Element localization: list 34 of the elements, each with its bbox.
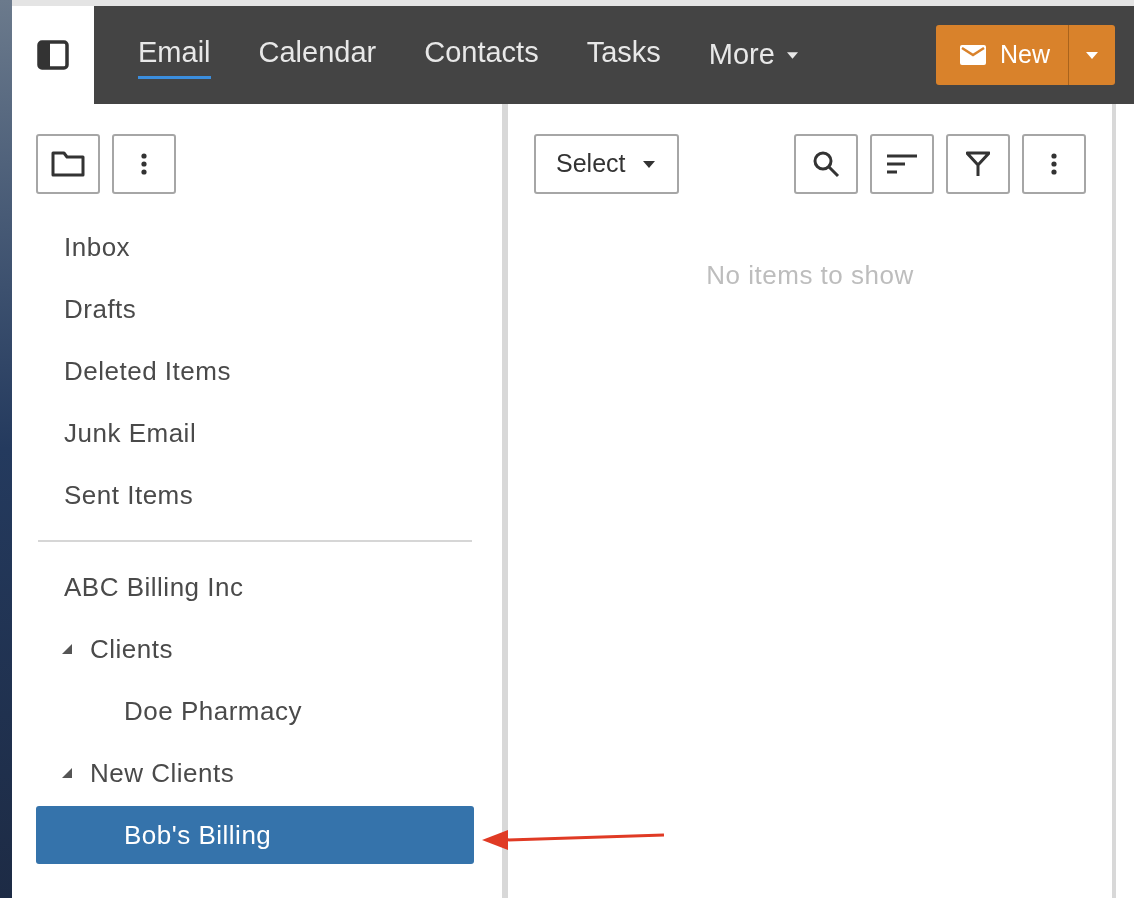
nav-tab[interactable]: Tasks — [586, 30, 661, 80]
empty-message: No items to show — [705, 259, 915, 292]
sort-icon — [887, 154, 917, 174]
folder-item[interactable]: Sent Items — [36, 466, 474, 524]
more-icon — [141, 153, 147, 175]
nav-tab[interactable]: Calendar — [258, 30, 377, 80]
sort-button[interactable] — [870, 134, 934, 194]
envelope-icon — [960, 45, 986, 65]
caret-icon — [786, 51, 798, 59]
nav-tab[interactable]: Contacts — [424, 30, 539, 80]
expander-icon[interactable] — [62, 768, 72, 778]
folder-item[interactable]: Deleted Items — [36, 342, 474, 400]
filter-icon — [966, 151, 990, 177]
more-icon — [1051, 153, 1057, 175]
search-icon — [812, 150, 840, 178]
account-label[interactable]: ABC Billing Inc — [36, 558, 474, 616]
folder-button[interactable] — [36, 134, 100, 194]
folder-item[interactable]: New Clients — [90, 753, 235, 793]
caret-icon — [643, 160, 656, 168]
search-button[interactable] — [794, 134, 858, 194]
folder-item[interactable]: Junk Email — [36, 404, 474, 462]
select-dropdown[interactable]: Select — [534, 134, 679, 194]
nav-tab[interactable]: Email — [138, 30, 211, 80]
filter-button[interactable] — [946, 134, 1010, 194]
folder-item[interactable]: Drafts — [36, 280, 474, 338]
folder-item[interactable]: Clients — [90, 629, 173, 669]
sidebar-toggle-icon[interactable] — [37, 40, 69, 70]
folder-item[interactable]: Inbox — [36, 218, 474, 276]
folder-item[interactable]: Bob's Billing — [36, 806, 474, 864]
caret-icon — [1085, 51, 1099, 59]
folder-item[interactable]: Doe Pharmacy — [36, 682, 474, 740]
more-menu[interactable]: More — [708, 33, 798, 77]
folder-icon — [51, 151, 85, 177]
expander-icon[interactable] — [62, 644, 72, 654]
